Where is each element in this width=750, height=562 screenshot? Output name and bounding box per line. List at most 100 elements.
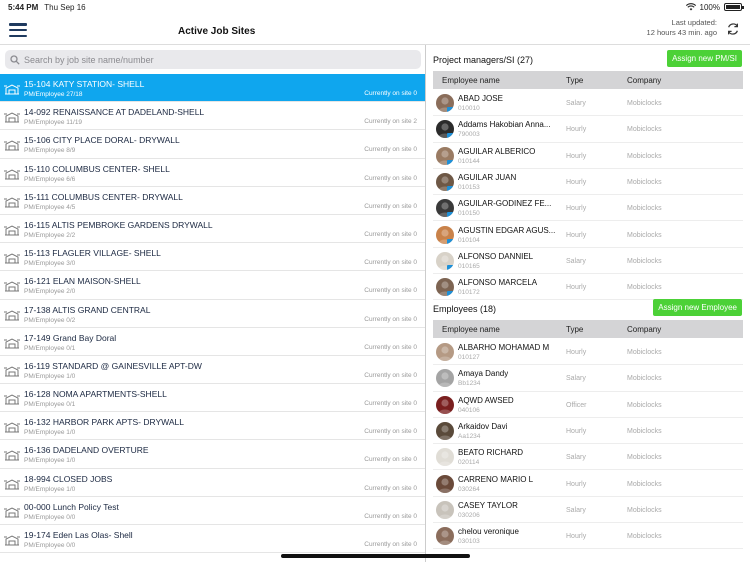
job-site-row[interactable]: 15-106 CITY PLACE DORAL- DRYWALL PM/Emplo… xyxy=(0,130,425,159)
person-name: BEATO RICHARD xyxy=(458,448,524,458)
job-sites-panel: 15-104 KATY STATION- SHELL PM/Employee 27… xyxy=(0,45,426,562)
person-code: 010104 xyxy=(458,236,480,244)
person-name: Amaya Dandy xyxy=(458,369,509,379)
person-row[interactable]: ABAD JOSE 010010 Salary Mobiclocks xyxy=(433,90,743,117)
refresh-icon[interactable] xyxy=(726,22,740,36)
assign-employee-button[interactable]: Assign new Employee xyxy=(653,299,742,316)
person-type: Hourly xyxy=(566,205,587,213)
person-row[interactable]: AGUSTIN EDGAR AGUS... 010104 Hourly Mobiclo… xyxy=(433,222,743,248)
hamburger-icon[interactable] xyxy=(9,23,27,37)
person-type: Hourly xyxy=(566,152,587,160)
job-site-icon xyxy=(4,336,20,349)
status-time: 5:44 PM xyxy=(8,2,39,12)
job-site-row[interactable]: 16-119 STANDARD @ GAINESVILLE APT-DW PM/E… xyxy=(0,356,425,385)
person-row[interactable]: ALBARHO MOHAMAD M 010127 Hourly Mobiclocks xyxy=(433,339,743,366)
job-site-pm-employee: PM/Employee 0/0 xyxy=(24,513,76,521)
person-name: ALBARHO MOHAMAD M xyxy=(458,343,550,352)
wifi-icon xyxy=(685,3,696,11)
person-code: 010153 xyxy=(458,183,480,191)
job-site-row[interactable]: 16-132 HARBOR PARK APTS- DRYWALL PM/Emplo… xyxy=(0,412,425,441)
emp-col-company: Company xyxy=(627,325,662,334)
job-site-row[interactable]: 16-136 DADELAND OVERTURE PM/Employee 1/0 C… xyxy=(0,440,425,469)
assign-pm-button[interactable]: Assign new PM/SI xyxy=(667,50,742,67)
avatar xyxy=(436,120,454,139)
status-bar: 5:44 PM Thu Sep 16 100% xyxy=(0,0,750,14)
pm-badge-icon xyxy=(447,185,454,191)
person-code: 790003 xyxy=(458,131,480,139)
job-site-pm-employee: PM/Employee 2/2 xyxy=(24,231,76,239)
person-row[interactable]: AGUILAR ALBERICO 010144 Hourly Mobiclocks xyxy=(433,143,743,169)
job-site-onsite: Currently on site 0 xyxy=(364,230,417,238)
person-company: Mobiclocks xyxy=(627,533,662,541)
pm-col-type: Type xyxy=(566,76,584,85)
job-site-onsite: Currently on site 0 xyxy=(364,343,417,351)
job-site-row[interactable]: 15-110 COLUMBUS CENTER- SHELL PM/Employee… xyxy=(0,159,425,187)
job-site-onsite: Currently on site 0 xyxy=(364,541,417,548)
avatar xyxy=(436,500,454,519)
person-row[interactable]: ALFONSO MARCELA 010172 Hourly Mobiclocks xyxy=(433,274,743,301)
person-row[interactable]: Addams Hakobian Anna... 790003 Hourly Mobic… xyxy=(433,116,743,143)
top-header: Active Job Sites Last updated: 12 hours … xyxy=(0,14,750,45)
job-site-row[interactable]: 15-113 FLAGLER VILLAGE- SHELL PM/Employee… xyxy=(0,243,425,272)
home-indicator[interactable] xyxy=(281,554,470,558)
job-site-pm-employee: PM/Employee 11/19 xyxy=(24,119,83,127)
avatar xyxy=(436,421,454,440)
person-name: AQWD AWSED xyxy=(458,395,514,405)
job-site-pm-employee: PM/Employee 4/5 xyxy=(24,203,76,211)
person-company: Mobiclocks xyxy=(627,205,662,213)
job-site-row[interactable]: 17-149 Grand Bay Doral PM/Employee 0/1 Cur… xyxy=(0,328,425,356)
person-row[interactable]: CARRENO MARIO L 030264 Hourly Mobiclocks xyxy=(433,471,743,497)
job-site-pm-employee: PM/Employee 2/0 xyxy=(24,288,76,296)
person-row[interactable]: ALFONSO DANNIEL 010165 Salary Mobiclocks xyxy=(433,248,743,275)
job-site-onsite: Currently on site 0 xyxy=(364,287,417,295)
person-row[interactable]: CASEY TAYLOR 030206 Salary Mobiclocks xyxy=(433,497,743,524)
job-site-row[interactable]: 16-121 ELAN MAISON-SHELL PM/Employee 2/0 C… xyxy=(0,271,425,300)
person-row[interactable]: Amaya Dandy Bb1234 Salary Mobiclocks xyxy=(433,365,743,392)
person-row[interactable]: chelou veronique 030103 Hourly Mobiclocks xyxy=(433,523,743,550)
search-input[interactable] xyxy=(24,54,404,65)
job-site-icon xyxy=(4,420,20,433)
job-site-row[interactable]: 00-000 Lunch Policy Test PM/Employee 0/0 C… xyxy=(0,497,425,525)
job-site-row[interactable]: 17-138 ALTIS GRAND CENTRAL PM/Employee 0/… xyxy=(0,300,425,328)
job-site-row[interactable]: 14-092 RENAISSANCE AT DADELAND-SHELL PM/E… xyxy=(0,102,425,131)
job-site-row[interactable]: 15-111 COLUMBUS CENTER- DRYWALL PM/Employ… xyxy=(0,187,425,215)
job-site-name: 18-994 CLOSED JOBS xyxy=(24,473,113,484)
job-site-row[interactable]: 16-128 NOMA APARTMENTS-SHELL PM/Employee … xyxy=(0,384,425,413)
person-row[interactable]: Arkaidov Davi Aa1234 Hourly Mobiclocks xyxy=(433,418,743,445)
job-site-name: 16-128 NOMA APARTMENTS-SHELL xyxy=(24,389,167,400)
job-site-row[interactable]: 19-174 Eden Las Olas- Shell PM/Employee 0… xyxy=(0,525,425,554)
person-row[interactable]: AGUILAR-GODINEZ FE... 010150 Hourly Mobiclo… xyxy=(433,195,743,222)
search-bar[interactable] xyxy=(5,50,421,69)
job-site-icon xyxy=(4,533,20,546)
person-type: Hourly xyxy=(566,427,587,435)
job-site-name: 17-149 Grand Bay Doral xyxy=(24,332,117,343)
person-row[interactable]: AQWD AWSED 040106 Officer Mobiclocks xyxy=(433,392,743,418)
job-site-row[interactable]: 16-115 ALTIS PEMBROKE GARDENS DRYWALL PM/… xyxy=(0,215,425,244)
person-company: Mobiclocks xyxy=(627,257,662,265)
person-type: Hourly xyxy=(566,349,587,356)
job-site-pm-employee: PM/Employee 8/9 xyxy=(24,147,76,155)
battery-percent: 100% xyxy=(699,2,720,12)
avatar xyxy=(436,146,454,165)
job-site-pm-employee: PM/Employee 0/1 xyxy=(24,344,76,352)
person-code: 040106 xyxy=(458,406,480,414)
job-site-pm-employee: PM/Employee 0/0 xyxy=(24,542,76,549)
pm-badge-icon xyxy=(447,107,454,112)
job-site-pm-employee: PM/Employee 1/0 xyxy=(24,457,76,465)
job-site-row[interactable]: 15-104 KATY STATION- SHELL PM/Employee 27… xyxy=(0,74,425,103)
emp-section-title: Employees (18) xyxy=(433,304,497,314)
person-company: Mobiclocks xyxy=(627,401,662,409)
job-site-row[interactable]: 18-994 CLOSED JOBS PM/Employee 1/0 Current… xyxy=(0,469,425,497)
job-site-onsite: Currently on site 0 xyxy=(364,90,417,97)
job-site-icon xyxy=(4,477,20,490)
avatar xyxy=(436,343,454,361)
person-code: Bb1234 xyxy=(458,380,481,388)
job-site-icon xyxy=(4,279,20,292)
person-type: Salary xyxy=(566,454,586,462)
avatar xyxy=(436,251,454,270)
job-site-name: 16-119 STANDARD @ GAINESVILLE APT-DW xyxy=(24,360,202,371)
person-company: Mobiclocks xyxy=(627,231,662,239)
job-site-onsite: Currently on site 0 xyxy=(364,512,417,520)
person-row[interactable]: BEATO RICHARD 020114 Salary Mobiclocks xyxy=(433,444,743,471)
person-row[interactable]: AGUILAR JUAN 010153 Hourly Mobiclocks xyxy=(433,169,743,196)
